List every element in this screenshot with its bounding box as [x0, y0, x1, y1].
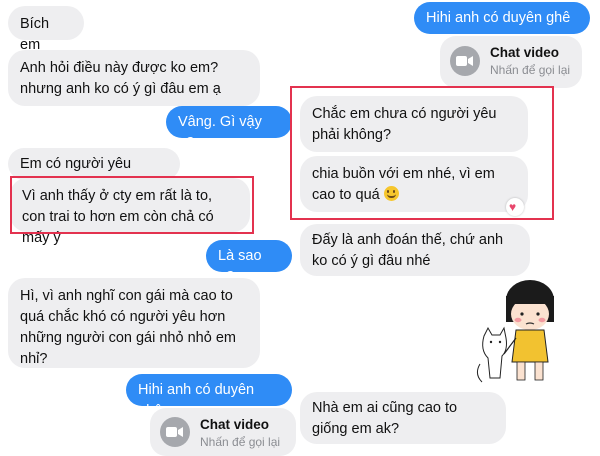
message-question[interactable]: Anh hỏi điều này được ko em? nhưng anh k…	[8, 50, 260, 106]
girl-cat-sticker-icon[interactable]	[470, 278, 580, 390]
video-camera-icon	[450, 46, 480, 76]
video-call-title: Chat video	[490, 45, 560, 60]
message-bich-em[interactable]: Bích em	[8, 6, 84, 53]
video-call-card-top[interactable]: Chat video Nhấn để gọi lại	[440, 36, 582, 88]
message-text: Đấy là anh đoán thế, chứ anh ko có ý gì …	[312, 232, 504, 269]
message-text: Nhà em ai cũng cao to giống em ak?	[312, 400, 458, 437]
message-vang[interactable]: Vâng. Gì vậy ạ?	[166, 106, 292, 151]
message-hihi-top[interactable]: Hihi anh có duyên ghê	[414, 2, 590, 34]
message-text: Hì, vì anh nghĩ con gái mà cao to quá ch…	[20, 288, 236, 367]
message-la-sao[interactable]: Là sao ạ?	[206, 240, 292, 285]
highlight-box-right	[290, 86, 554, 220]
video-call-subtitle: Nhấn để gọi lại	[200, 435, 281, 449]
message-text: Hihi anh có duyên ghê	[426, 10, 571, 26]
message-text: Anh hỏi điều này được ko em? nhưng anh k…	[20, 60, 221, 97]
video-call-card-bottom[interactable]: Chat video Nhấn để gọi lại	[150, 408, 296, 456]
video-camera-icon	[160, 417, 190, 447]
message-text: Vâng. Gì vậy ạ?	[178, 114, 262, 151]
message-text: Bích em	[20, 16, 50, 53]
video-call-subtitle: Nhấn để gọi lại	[490, 63, 571, 77]
message-hi-vi-anh-nghi[interactable]: Hì, vì anh nghĩ con gái mà cao to quá ch…	[8, 278, 260, 368]
video-call-title: Chat video	[200, 417, 270, 432]
message-hihi-bottom[interactable]: Hihi anh có duyên ghê	[126, 374, 292, 419]
message-nha-em[interactable]: Nhà em ai cũng cao to giống em ak?	[300, 392, 506, 444]
message-day-la-anh-doan[interactable]: Đấy là anh đoán thế, chứ anh ko có ý gì …	[300, 224, 530, 276]
highlight-box-left	[10, 176, 254, 234]
